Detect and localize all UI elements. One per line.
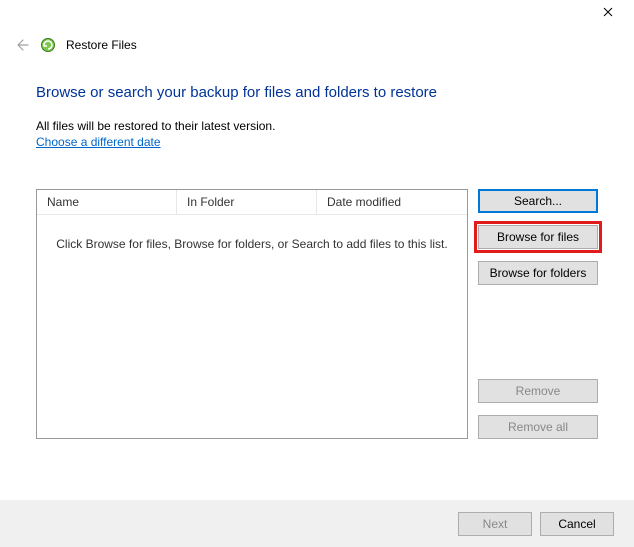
choose-date-link[interactable]: Choose a different date — [36, 135, 161, 149]
list-header: Name In Folder Date modified — [37, 190, 467, 215]
spacer — [478, 297, 598, 367]
restore-icon — [40, 37, 56, 53]
browse-folders-button[interactable]: Browse for folders — [478, 261, 598, 285]
footer: Next Cancel — [0, 499, 634, 547]
column-in-folder[interactable]: In Folder — [177, 190, 317, 214]
back-arrow-icon — [13, 37, 29, 53]
body-area: Name In Folder Date modified Click Brows… — [36, 189, 598, 439]
side-button-column: Search... Browse for files Browse for fo… — [478, 189, 598, 439]
file-list-panel: Name In Folder Date modified Click Brows… — [36, 189, 468, 439]
search-button[interactable]: Search... — [478, 189, 598, 213]
close-icon — [603, 7, 613, 17]
subtext: All files will be restored to their late… — [36, 119, 598, 133]
content-area: Browse or search your backup for files a… — [0, 60, 634, 439]
page-heading: Browse or search your backup for files a… — [36, 84, 598, 101]
window-title: Restore Files — [66, 38, 137, 52]
column-name[interactable]: Name — [37, 190, 177, 214]
empty-list-message: Click Browse for files, Browse for folde… — [37, 215, 467, 273]
back-button[interactable] — [12, 36, 30, 54]
column-date-modified[interactable]: Date modified — [317, 190, 467, 214]
remove-button: Remove — [478, 379, 598, 403]
remove-all-button: Remove all — [478, 415, 598, 439]
cancel-button[interactable]: Cancel — [540, 512, 614, 536]
title-bar — [0, 0, 634, 24]
close-button[interactable] — [590, 2, 626, 22]
browse-files-button[interactable]: Browse for files — [478, 225, 598, 249]
header-row: Restore Files — [0, 24, 634, 60]
next-button: Next — [458, 512, 532, 536]
